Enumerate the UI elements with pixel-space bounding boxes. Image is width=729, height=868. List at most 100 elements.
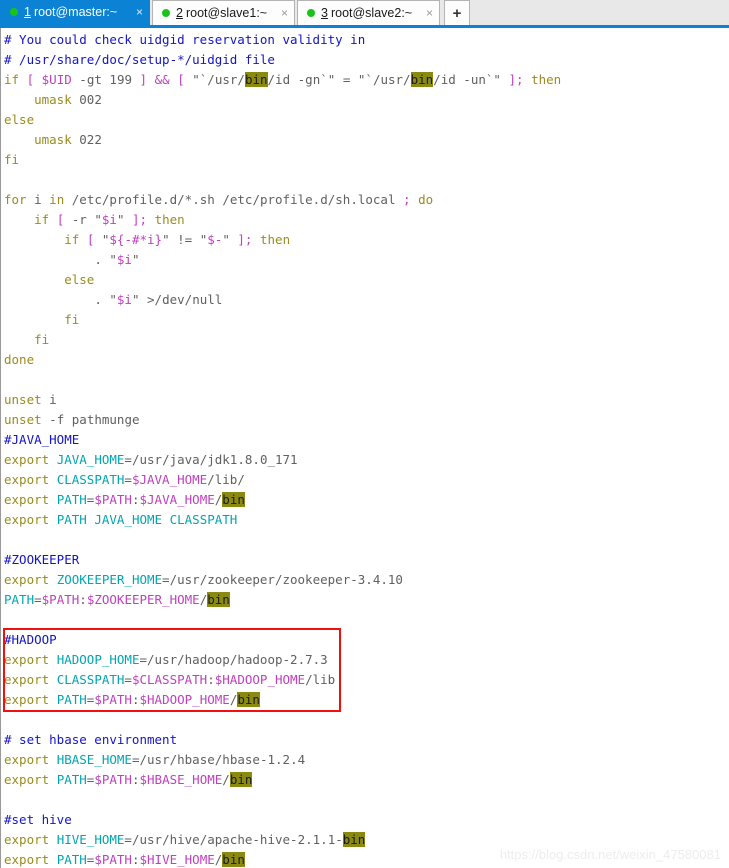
tab-close-icon[interactable]: × <box>126 6 143 18</box>
tab-close-icon[interactable]: × <box>416 7 433 19</box>
shell-keyword: export <box>4 512 50 527</box>
tab-status-dot-icon <box>162 9 170 17</box>
env-var-name: HADOOP_HOME <box>56 652 140 667</box>
code-text: hive <box>169 832 200 847</box>
code-text: - <box>350 572 358 587</box>
terminal-line: export PATH=$PATH:$HADOOP_HOME/bin <box>4 690 561 710</box>
terminal-line: fi <box>4 150 561 170</box>
env-var-name: PATH <box>56 852 87 867</box>
code-text: " <box>162 232 170 247</box>
terminal-line: PATH=$PATH:$ZOOKEEPER_HOME/bin <box>4 590 561 610</box>
shell-keyword: fi <box>64 312 80 327</box>
code-text: . <box>94 292 102 307</box>
shell-variable: $HBASE_HOME <box>139 772 223 787</box>
shell-keyword: then <box>154 212 185 227</box>
shell-variable: $i <box>116 292 132 307</box>
code-text: etc <box>229 192 253 207</box>
shell-variable: $JAVA_HOME <box>131 472 208 487</box>
shell-keyword: done <box>4 352 35 367</box>
tab-3[interactable]: 3 root@slave2:~ × <box>297 0 440 25</box>
terminal-line: else <box>4 110 561 130</box>
env-var-name: CLASSPATH <box>169 512 238 527</box>
tab-bar: 1 root@master:~ × 2 root@slave1:~ × 3 root@slav… <box>0 0 729 28</box>
code-text: / <box>162 832 170 847</box>
code-text: `" <box>320 72 336 87</box>
code-text: - <box>463 72 471 87</box>
search-match: bin <box>244 72 268 87</box>
tab-1[interactable]: 1 root@master:~ × <box>0 0 150 25</box>
code-text: usr <box>177 572 200 587</box>
shell-keyword: unset <box>4 412 42 427</box>
tab-close-icon[interactable]: × <box>271 7 288 19</box>
code-text: bin <box>342 832 366 847</box>
shell-operator: [ <box>177 72 185 87</box>
terminal-pane[interactable]: # You could check uidgid reservation val… <box>0 28 729 868</box>
shell-keyword: then <box>260 232 291 247</box>
code-text: / <box>177 652 185 667</box>
code-text: : <box>131 692 140 707</box>
terminal-line: export HIVE_HOME=/usr/hive/apache-hive-2… <box>4 830 561 850</box>
code-text: 022 <box>79 132 102 147</box>
code-text: : <box>207 672 215 687</box>
code-text: 2 <box>282 752 291 767</box>
code-text: >/ <box>147 292 163 307</box>
shell-keyword: export <box>4 672 50 687</box>
code-text: bin <box>222 492 245 507</box>
shell-keyword: fi <box>4 152 20 167</box>
code-text: 1 <box>267 752 275 767</box>
code-text: usr <box>154 652 178 667</box>
code-text: 002 <box>79 92 102 107</box>
shell-variable: $ZOOKEEPER_HOME <box>86 592 200 607</box>
code-text: hadoop <box>237 652 283 667</box>
env-var-name: CLASSPATH <box>56 472 125 487</box>
shell-variable: $i <box>116 252 132 267</box>
code-text: _171 <box>267 452 298 467</box>
tab-2[interactable]: 2 root@slave1:~ × <box>152 0 295 25</box>
code-text: null <box>192 292 223 307</box>
code-text: =/ <box>131 752 148 767</box>
terminal-screen: # You could check uidgid reservation val… <box>4 30 561 868</box>
shell-keyword: export <box>4 492 50 507</box>
code-text: - <box>49 412 57 427</box>
tab-title-label: root@slave2:~ <box>330 6 413 20</box>
env-var-name: HBASE_HOME <box>56 752 132 767</box>
terminal-line: export CLASSPATH=$JAVA_HOME/lib/ <box>4 470 561 490</box>
env-var-name: PATH <box>56 692 87 707</box>
terminal-line: export CLASSPATH=$CLASSPATH:$HADOOP_HOME… <box>4 670 561 690</box>
shell-keyword: export <box>4 572 50 587</box>
env-var-name: JAVA_HOME <box>94 512 163 527</box>
code-text: . <box>297 652 306 667</box>
shell-operator: [ <box>56 212 65 227</box>
shell-variable: $UID <box>41 72 72 87</box>
terminal-line: unset -f pathmunge <box>4 410 561 430</box>
code-text: java <box>169 452 200 467</box>
code-text: . <box>162 192 170 207</box>
terminal-line: for i in /etc/profile.d/*.sh /etc/profil… <box>4 190 561 210</box>
terminal-line: fi <box>4 310 561 330</box>
shell-variable: $JAVA_HOME <box>139 492 215 507</box>
code-text: un <box>470 72 486 87</box>
new-tab-button[interactable]: + <box>444 0 470 25</box>
code-text: - <box>79 72 87 87</box>
code-text: usr <box>139 452 163 467</box>
shell-operator: ]; <box>508 72 524 87</box>
env-var-name: HIVE_HOME <box>56 832 125 847</box>
shell-keyword: do <box>418 192 434 207</box>
code-comment: #ZOOKEEPER <box>4 552 80 567</box>
shell-keyword: umask <box>34 92 72 107</box>
shell-keyword: for <box>4 192 27 207</box>
shell-keyword: unset <box>4 392 42 407</box>
code-text: 2 <box>290 652 298 667</box>
terminal-line: export ZOOKEEPER_HOME=/usr/zookeeper/zoo… <box>4 570 561 590</box>
shell-keyword: export <box>4 472 50 487</box>
terminal-line: export PATH JAVA_HOME CLASSPATH <box>4 510 561 530</box>
terminal-line: if [ -r "$i" ]; then <box>4 210 561 230</box>
code-text: bin <box>207 592 230 607</box>
code-text: "`/ <box>192 72 215 87</box>
code-text: 3 <box>320 652 328 667</box>
shell-variable: $- <box>207 232 223 247</box>
code-text: 10 <box>387 572 403 587</box>
shell-keyword: then <box>531 72 562 87</box>
search-match: bin <box>237 692 260 707</box>
